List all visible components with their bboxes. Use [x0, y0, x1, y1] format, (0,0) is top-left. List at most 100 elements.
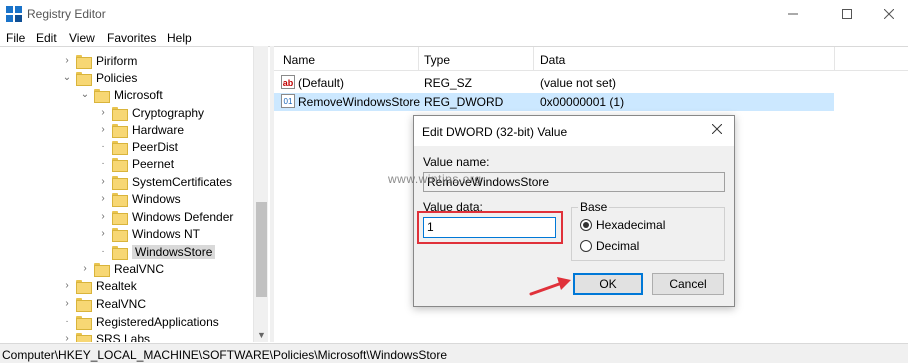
chevron-right-icon[interactable]: › [62, 55, 72, 66]
chevron-right-icon[interactable]: › [98, 107, 108, 118]
tree-item-microsoft[interactable]: ⌄ Microsoft [80, 86, 163, 103]
tree-connector: · [65, 316, 69, 327]
tree-item-label: Piriform [96, 53, 138, 68]
tree-item-windows-nt[interactable]: › Windows NT [98, 225, 200, 242]
folder-icon [112, 123, 128, 138]
value-type: REG_SZ [424, 76, 473, 90]
folder-icon [112, 245, 128, 260]
tree-item-label: Microsoft [114, 87, 163, 102]
folder-icon [112, 192, 128, 207]
tree-item-realvnc[interactable]: › RealVNC [62, 295, 146, 312]
tree-connector: · [101, 158, 105, 169]
registry-editor-icon [6, 6, 22, 22]
watermark-text: www.wintips.org [388, 172, 482, 186]
chevron-right-icon[interactable]: › [62, 298, 72, 309]
folder-icon [112, 157, 128, 172]
radio-unselected-icon[interactable] [580, 240, 592, 252]
tree-item-srs-labs[interactable]: › SRS Labs [62, 330, 150, 342]
radio-decimal[interactable]: Decimal [580, 239, 639, 253]
value-row-removewindowsstore[interactable]: 01 RemoveWindowsStore REG_DWORD 0x000000… [274, 93, 834, 111]
chevron-right-icon[interactable]: › [62, 333, 72, 342]
tree-item-windows[interactable]: › Windows [98, 190, 181, 207]
tree-item-label: RealVNC [114, 261, 165, 276]
tree-item-label: SystemCertificates [132, 174, 233, 189]
key-tree[interactable]: › Piriform ⌄ Policies ⌄ Microsoft › Cryp… [0, 46, 270, 342]
radio-label: Hexadecimal [596, 218, 666, 232]
tree-item-registeredapplications[interactable]: · RegisteredApplications [62, 313, 219, 330]
menu-help[interactable]: Help [167, 31, 192, 45]
menu-favorites[interactable]: Favorites [107, 31, 156, 45]
tree-item-systemcertificates[interactable]: › SystemCertificates [98, 173, 232, 190]
column-divider[interactable] [834, 47, 835, 71]
radio-label: Decimal [596, 239, 640, 253]
value-row-default[interactable]: ab (Default) REG_SZ (value not set) [274, 74, 834, 92]
tree-item-peerdist[interactable]: · PeerDist [98, 138, 178, 155]
tree-item-peernet[interactable]: · Peernet [98, 155, 174, 172]
maximize-button[interactable] [824, 0, 870, 28]
chevron-right-icon[interactable]: › [98, 124, 108, 135]
chevron-right-icon[interactable]: › [98, 228, 108, 239]
folder-icon [76, 332, 92, 342]
tree-item-label: Hardware [132, 122, 185, 137]
tree-item-label: Realtek [96, 278, 137, 293]
chevron-right-icon[interactable]: › [80, 263, 90, 274]
tree-item-policies[interactable]: ⌄ Policies [62, 69, 137, 86]
tree-item-label: Peernet [132, 156, 175, 171]
tree-item-label: Windows [132, 191, 181, 206]
folder-icon [112, 140, 128, 155]
value-type: REG_DWORD [424, 95, 504, 109]
menu-edit[interactable]: Edit [36, 31, 57, 45]
radio-hexadecimal[interactable]: Hexadecimal [580, 218, 665, 232]
tree-item-realtek[interactable]: › Realtek [62, 277, 137, 294]
folder-icon [112, 210, 128, 225]
column-divider[interactable] [533, 47, 534, 71]
maximize-icon [842, 9, 852, 19]
tree-item-piriform[interactable]: › Piriform [62, 52, 137, 69]
tree-item-hardware[interactable]: › Hardware [98, 121, 184, 138]
minimize-button[interactable] [770, 0, 816, 28]
tree-item-label: WindowsStore [132, 244, 216, 259]
tree-item-realvnc-policy[interactable]: › RealVNC [80, 260, 164, 277]
tree-item-windowsstore[interactable]: · WindowsStore [98, 243, 216, 260]
close-icon [884, 9, 894, 19]
tree-item-label: Windows Defender [132, 209, 234, 224]
chevron-right-icon[interactable]: › [62, 280, 72, 291]
radio-selected-icon[interactable] [580, 219, 592, 231]
tree-item-label: PeerDist [132, 139, 179, 154]
scrollbar-thumb[interactable] [256, 202, 267, 297]
tree-item-label: Policies [96, 70, 138, 85]
chevron-right-icon[interactable]: › [98, 193, 108, 204]
folder-icon [94, 88, 110, 103]
chevron-right-icon[interactable]: › [98, 176, 108, 187]
ok-button[interactable]: OK [573, 273, 643, 295]
column-header-type[interactable]: Type [424, 53, 450, 67]
minimize-icon [788, 13, 798, 15]
column-divider[interactable] [418, 47, 419, 71]
tree-connector: · [101, 141, 105, 152]
column-header-name[interactable]: Name [283, 53, 315, 67]
dialog-title-bar: Edit DWORD (32-bit) Value [414, 116, 734, 146]
chevron-down-icon[interactable]: ⌄ [80, 89, 90, 100]
tree-item-label: RealVNC [96, 296, 147, 311]
folder-icon [76, 315, 92, 330]
folder-icon [76, 71, 92, 86]
value-data: (value not set) [540, 76, 617, 90]
value-name-label: Value name: [423, 155, 490, 169]
tree-item-windows-defender[interactable]: › Windows Defender [98, 208, 233, 225]
tree-scrollbar[interactable]: ▼ [253, 46, 268, 342]
dialog-close-button[interactable] [708, 121, 726, 139]
cancel-button[interactable]: Cancel [652, 273, 724, 295]
chevron-right-icon[interactable]: › [98, 211, 108, 222]
chevron-down-icon[interactable]: ⌄ [62, 72, 72, 83]
list-header: Name Type Data [274, 47, 908, 71]
tree-item-cryptography[interactable]: › Cryptography [98, 104, 204, 121]
menu-file[interactable]: File [6, 31, 25, 45]
tree-item-label: Cryptography [132, 105, 205, 120]
close-button[interactable] [866, 0, 908, 28]
menu-bar: File Edit View Favorites Help [0, 28, 908, 48]
value-data-input[interactable]: 1 [423, 217, 556, 238]
folder-icon [76, 54, 92, 69]
menu-view[interactable]: View [69, 31, 95, 45]
column-header-data[interactable]: Data [540, 53, 565, 67]
chevron-down-icon[interactable]: ▼ [256, 330, 267, 340]
